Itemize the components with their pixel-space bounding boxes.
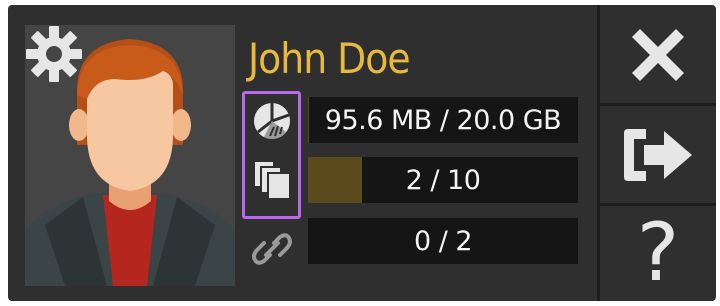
storage-usage-label: 95.6 MB / 20.0 GB [324,104,562,136]
logout-icon [624,129,692,181]
pie-chart-icon [254,103,290,139]
close-icon [632,29,684,81]
user-profile-panel: John Doe 95.6 MB / 20.0 GB 2 / 10 0 / 2 … [8,5,716,301]
gear-icon[interactable] [25,25,83,83]
link-icon [252,233,292,265]
user-name: John Doe [248,34,411,83]
help-button[interactable]: ? [600,203,716,303]
pages-usage-stat: 2 / 10 [308,157,578,203]
storage-usage-stat: 95.6 MB / 20.0 GB [308,97,578,143]
logout-button[interactable] [600,105,716,205]
links-usage-stat: 0 / 2 [308,218,578,264]
links-usage-label: 0 / 2 [413,225,473,257]
help-icon: ? [636,206,680,299]
pages-icon [253,160,291,200]
avatar[interactable] [25,25,235,286]
close-button[interactable] [600,5,716,105]
pages-usage-fill [308,157,362,203]
storage-usage-fill [308,97,310,143]
pages-usage-label: 2 / 10 [405,164,481,196]
